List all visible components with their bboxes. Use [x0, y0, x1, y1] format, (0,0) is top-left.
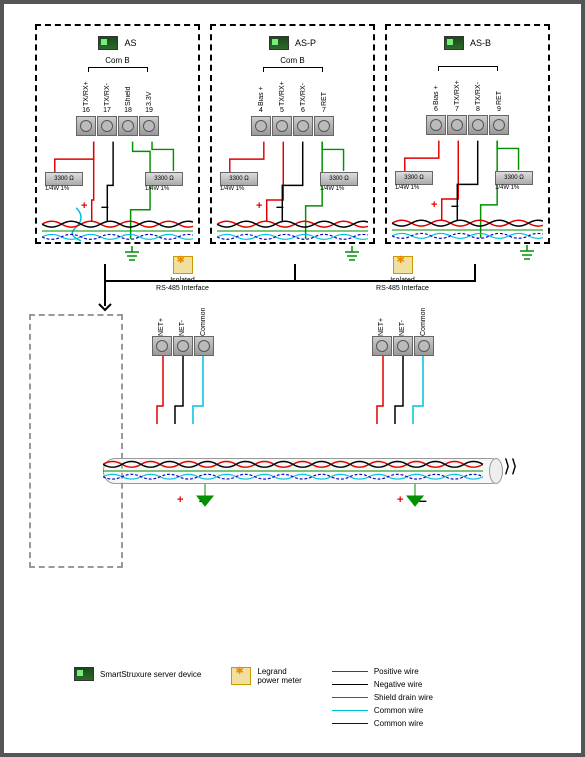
module-title: AS-B [470, 38, 491, 48]
wire-sample-negative [332, 684, 368, 686]
resistor: 3300 Ω [220, 172, 258, 186]
ground-arrow-icon [193, 484, 217, 508]
terminal [118, 116, 138, 136]
module-title: AS [124, 38, 136, 48]
pin-num: 18 [124, 107, 132, 114]
legend: SmartStruxure server device Legrand powe… [74, 667, 551, 728]
meter-icon [173, 256, 193, 274]
terminal-block [47, 116, 188, 136]
ground-arrow-icon [403, 484, 427, 508]
pin-num: 17 [103, 107, 111, 114]
minus-icon: – [101, 198, 109, 214]
modules-row: AS Com B TX/RX+16 TX/RX-17 Shield18 3.3V… [24, 24, 561, 244]
pin-labels: TX/RX+16 TX/RX-17 Shield18 3.3V19 [47, 70, 188, 114]
module-title: AS-P [295, 38, 316, 48]
terminal [139, 116, 159, 136]
meter-icon [393, 256, 413, 274]
module-header: AS [47, 36, 188, 50]
legend-label: Legrand power meter [257, 667, 301, 685]
pin-label: TX/RX+ [83, 70, 90, 106]
plus-icon: + [81, 200, 87, 212]
com-label: Com B [47, 56, 188, 65]
brace-line [88, 67, 148, 68]
wiring-area: 3300 Ω 1/4W 1% 3300 Ω 1/4W 1% + – [222, 140, 363, 260]
legend-meter: Legrand power meter [231, 667, 301, 685]
resistor-spec: 1/4W 1% [45, 186, 69, 192]
terminal [76, 116, 96, 136]
bottom-bus-cable: ⟩⟩ [103, 436, 483, 496]
pin-label: TX/RX- [104, 70, 111, 106]
wiring-area: 3300 Ω 1/4W 1% 3300 Ω 1/4W 1% + – [397, 139, 538, 259]
meter-icon [231, 667, 251, 685]
twisted-cable [392, 219, 543, 241]
brace-line [438, 66, 498, 67]
wire-sample-common2 [332, 723, 368, 725]
server-icon [269, 36, 289, 50]
resistor: 3300 Ω [45, 172, 83, 186]
twisted-cable [42, 220, 193, 242]
resistor: 3300 Ω [320, 172, 358, 186]
wire-sample-shield [332, 697, 368, 699]
legend-label: SmartStruxure server device [100, 670, 201, 679]
pin-num: 16 [82, 107, 90, 114]
connector-line [104, 264, 106, 304]
module-as: AS Com B TX/RX+16 TX/RX-17 Shield18 3.3V… [35, 24, 200, 244]
twisted-cable [217, 220, 368, 242]
diagram-page: AS Com B TX/RX+16 TX/RX-17 Shield18 3.3V… [0, 0, 585, 757]
wiring-area: 3300 Ω 1/4W 1% 3300 Ω 1/4W 1% + – [47, 140, 188, 260]
ground-icon [517, 245, 537, 261]
pin-num: 19 [145, 107, 153, 114]
wire-sample-positive [332, 671, 368, 673]
resistor: 3300 Ω [145, 172, 183, 186]
server-icon [444, 36, 464, 50]
wire-sample-common1 [332, 710, 368, 712]
terminal [97, 116, 117, 136]
pin-label: Shield [125, 70, 132, 106]
server-icon [74, 667, 94, 681]
resistor-spec: 1/4W 1% [145, 186, 169, 192]
resistor: 3300 Ω [395, 171, 433, 185]
server-icon [98, 36, 118, 50]
cable-break-icon: ⟩⟩ [503, 456, 517, 477]
pin-label: 3.3V [146, 70, 153, 106]
connector-line [104, 280, 476, 282]
resistor: 3300 Ω [495, 171, 533, 185]
legend-wires: Positive wire Negative wire Shield drain… [332, 667, 433, 728]
legend-server: SmartStruxure server device [74, 667, 201, 681]
interface-wires [143, 356, 223, 426]
interface-wires [363, 356, 443, 426]
module-as-b: AS-B Bias +6 TX/RX+7 TX/RX-8 RET9 3300 Ω… [385, 24, 550, 244]
ground-icon [342, 246, 362, 262]
com-label: Com B [222, 56, 363, 65]
ground-icon [122, 246, 142, 262]
brace-line [263, 67, 323, 68]
cable-end-icon [489, 458, 503, 484]
module-as-p: AS-P Com B Bias +4 TX/RX+5 TX/RX-6 RET7 … [210, 24, 375, 244]
arrow-down-icon [97, 300, 113, 312]
